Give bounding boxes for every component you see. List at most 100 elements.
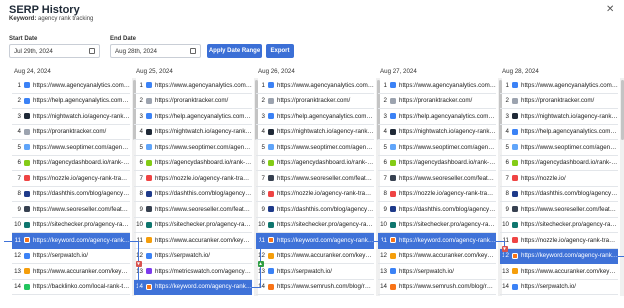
favicon-icon [512, 128, 518, 135]
result-url: https://nozzle.io/agency-rank-tracker/ [277, 190, 374, 198]
result-row[interactable]: 8 https://dashthis.com/blog/agency-ra... [134, 187, 252, 202]
result-row[interactable]: 12 https://www.accuranker.com/keywo... [378, 249, 496, 264]
result-row[interactable]: 12 https://serpwatch.io/ [12, 249, 130, 264]
result-row[interactable]: 13 https://serpwatch.io/ [378, 264, 496, 280]
export-button[interactable]: Export [266, 44, 294, 58]
rank-number: 4 [261, 128, 265, 136]
result-row[interactable]: 2 https://help.agencyanalytics.com/en... [12, 94, 130, 109]
favicon-icon [268, 206, 274, 213]
result-row[interactable]: 10 https://sitechecker.pro/agency-rank-t.… [134, 218, 252, 233]
favicon-icon [146, 221, 152, 228]
result-row[interactable]: 14 https://serpwatch.io/ [500, 280, 618, 295]
result-row[interactable]: 2 https://proranktracker.com/ [134, 94, 252, 109]
result-row[interactable]: 14 https://backlinko.com/local-rank-tra..… [12, 280, 130, 295]
result-row[interactable]: 3 https://help.agencyanalytics.com/en... [378, 109, 496, 125]
result-row[interactable]: 13 https://serpwatch.io/ [256, 264, 374, 280]
result-row[interactable]: 9 https://www.seoreseller.com/feature... [500, 202, 618, 218]
result-row[interactable]: 7 https://nozzle.io/ [500, 171, 618, 187]
result-row[interactable]: 5 https://www.seoptimer.com/agency-r... [378, 140, 496, 156]
result-row[interactable]: 13 https://metricswatch.com/agency-ra... [134, 264, 252, 280]
result-row[interactable]: 8 https://nozzle.io/agency-rank-tracker/ [378, 187, 496, 202]
result-row[interactable]: 7 https://nozzle.io/agency-rank-tracker/ [134, 171, 252, 187]
result-row[interactable]: 5 https://www.seoptimer.com/agency-r... [134, 140, 252, 156]
result-row[interactable]: 10 https://sitechecker.pro/agency-rank-t.… [500, 218, 618, 233]
end-date-input[interactable]: Aug 28th, 2024 [110, 44, 201, 58]
result-url: https://sitechecker.pro/agency-rank-t... [521, 221, 618, 229]
result-url: https://www.seoreseller.com/feature... [277, 174, 374, 182]
result-row[interactable]: 6 https://agencydashboard.io/rank-trac... [256, 156, 374, 171]
result-row[interactable]: 9 https://dashthis.com/blog/agency-ra... [256, 202, 374, 218]
apply-date-range-button[interactable]: Apply Date Range [207, 44, 262, 58]
result-url: https://www.seoreseller.com/feature... [521, 205, 618, 213]
tracked-result-row[interactable]: 11 https://keyword.com/agency-rank-tr... [378, 233, 496, 249]
result-row[interactable]: 12 https://www.accuranker.com/keywo... [256, 249, 374, 264]
tracked-result-row[interactable]: 12 https://keyword.com/agency-rank-tr... [500, 248, 618, 264]
result-row[interactable]: 13 https://www.accuranker.com/keywo... [12, 264, 130, 280]
result-row[interactable]: 5 https://www.seoptimer.com/agency-r... [12, 140, 130, 156]
result-row[interactable]: 12 https://serpwatch.io/ [134, 249, 252, 264]
result-row[interactable]: 7 https://www.seoreseller.com/feature... [378, 171, 496, 187]
result-row[interactable]: 6 https://agencydashboard.io/rank-trac... [12, 156, 130, 171]
result-row[interactable]: 1 https://www.agencyanalytics.com/integra… [134, 78, 252, 94]
tracked-result-row[interactable]: 11 https://keyword.com/agency-rank-tr... [12, 233, 130, 249]
result-row[interactable]: 5 https://www.seoptimer.com/agency-r... [256, 140, 374, 156]
result-row[interactable]: 4 https://help.agencyanalytics.com/en... [500, 125, 618, 140]
result-row[interactable]: 5 https://www.seoptimer.com/agency-r... [500, 140, 618, 156]
result-row[interactable]: 13 https://www.accuranker.com/keywo... [500, 264, 618, 280]
result-row[interactable]: 8 https://dashthis.com/blog/agency-ra... [500, 187, 618, 202]
close-icon[interactable]: ✕ [606, 4, 614, 15]
result-row[interactable]: 11 https://nozzle.io/agency-rank-tracker/ [500, 233, 618, 249]
result-row[interactable]: 4 https://nightwatch.io/agency-rank-tra..… [256, 125, 374, 140]
result-row[interactable]: 8 https://dashthis.com/blog/agency-ra... [12, 187, 130, 202]
start-date-input[interactable]: Jul 29th, 2024 [9, 44, 100, 58]
result-row[interactable]: 2 https://proranktracker.com/ [256, 94, 374, 109]
favicon-icon [512, 268, 518, 275]
result-row[interactable]: 3 https://nightwatch.io/agency-rank-tra..… [500, 109, 618, 125]
result-row[interactable]: 11 https://www.accuranker.com/keywo... [134, 233, 252, 249]
result-row[interactable]: 6 https://agencydashboard.io/rank-trac... [378, 156, 496, 171]
result-row[interactable]: 1 https://www.agencyanalytics.com/integra… [256, 78, 374, 94]
result-row[interactable]: 2 https://proranktracker.com/ [500, 94, 618, 109]
result-row[interactable]: 3 https://help.agencyanalytics.com/en... [256, 109, 374, 125]
result-row[interactable]: 7 https://nozzle.io/agency-rank-tracker/ [12, 171, 130, 187]
result-row[interactable]: 9 https://dashthis.com/blog/agency-ra... [378, 202, 496, 218]
favicon-icon [146, 82, 152, 89]
column-scrollbar[interactable] [620, 78, 624, 296]
favicon-icon [390, 128, 396, 135]
result-row[interactable]: 4 https://nightwatch.io/agency-rank-tra..… [134, 125, 252, 140]
result-row[interactable]: 4 https://proranktracker.com/ [12, 125, 130, 140]
result-row[interactable]: 7 https://www.seoreseller.com/feature... [256, 171, 374, 187]
favicon-icon [24, 190, 30, 197]
result-row[interactable]: 8 https://nozzle.io/agency-rank-tracker/ [256, 187, 374, 202]
result-row[interactable]: 3 https://help.agencyanalytics.com/en... [134, 109, 252, 125]
rank-number: 6 [17, 159, 21, 167]
result-url: https://agencydashboard.io/rank-trac... [155, 159, 252, 167]
result-row[interactable]: 3 https://nightwatch.io/agency-rank-tra..… [12, 109, 130, 125]
result-row[interactable]: 6 https://agencydashboard.io/rank-trac... [500, 156, 618, 171]
result-row[interactable]: 9 https://www.seoreseller.com/feature... [134, 202, 252, 218]
result-row[interactable]: 2 https://proranktracker.com/ [378, 94, 496, 109]
scrollbar-thumb[interactable] [620, 80, 624, 140]
result-row[interactable]: 1 https://www.agencyanalytics.com/integra… [378, 78, 496, 94]
result-row[interactable]: 4 https://nightwatch.io/agency-rank-tra..… [378, 125, 496, 140]
calendar-icon[interactable] [190, 48, 196, 54]
tracked-result-row[interactable]: 14 https://keyword.com/agency-rank-tr... [134, 279, 252, 295]
result-row[interactable]: 10 https://sitechecker.pro/agency-rank-t.… [378, 218, 496, 233]
rank-number: 5 [17, 143, 21, 151]
result-row[interactable]: 9 https://www.seoreseller.com/feature... [12, 202, 130, 218]
favicon-icon [512, 113, 518, 120]
result-row[interactable]: 1 https://www.agencyanalytics.com/integra… [12, 78, 130, 94]
result-row[interactable]: 14 https://www.semrush.com/blog/ran... [378, 280, 496, 295]
result-row[interactable]: 1 https://www.agencyanalytics.com/integra… [500, 78, 618, 94]
rank-number: 13 [502, 267, 509, 275]
tracked-result-row[interactable]: 11 https://keyword.com/agency-rank-tr... [256, 233, 374, 249]
result-row[interactable]: 10 https://sitechecker.pro/agency-rank-t.… [256, 218, 374, 233]
result-url: https://nozzle.io/agency-rank-tracker/ [399, 190, 496, 198]
favicon-icon [390, 159, 396, 166]
result-url: https://www.accuranker.com/keywo... [33, 267, 130, 275]
calendar-icon[interactable] [89, 48, 95, 54]
result-row[interactable]: 10 https://sitechecker.pro/agency-rank-t.… [12, 218, 130, 233]
result-row[interactable]: 14 https://www.semrush.com/blog/ran... [256, 280, 374, 295]
favicon-icon [146, 206, 152, 213]
result-row[interactable]: 6 https://agencydashboard.io/rank-trac... [134, 156, 252, 171]
